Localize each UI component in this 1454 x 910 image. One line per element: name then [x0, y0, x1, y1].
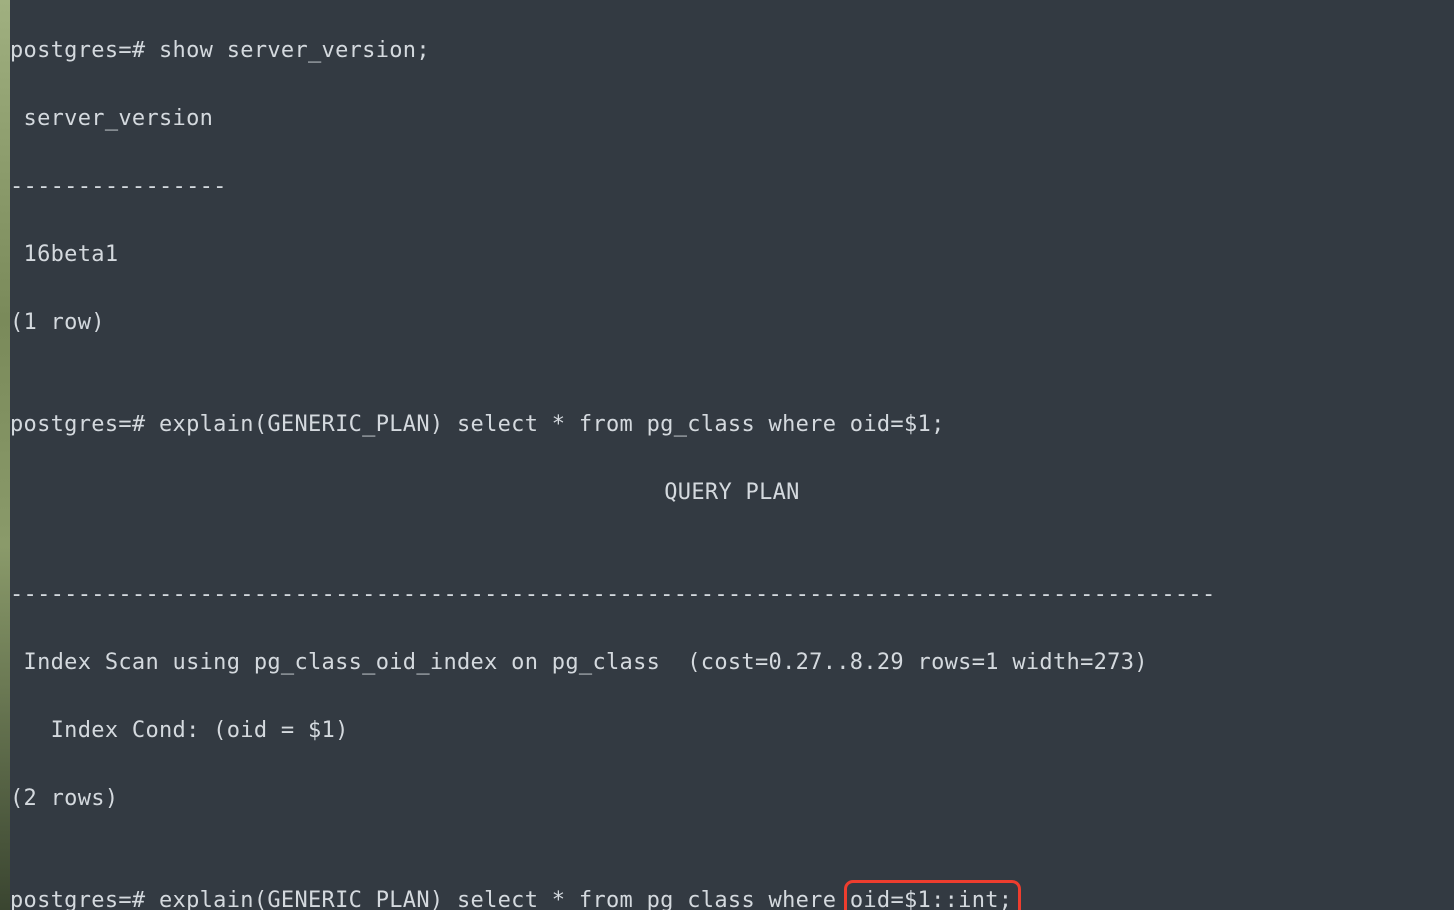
plan-line: Index Scan using pg_class_oid_index on p…: [10, 646, 1454, 680]
terminal-output[interactable]: postgres=# show server_version; server_v…: [10, 0, 1454, 910]
plan-line: Index Cond: (oid = $1): [10, 714, 1454, 748]
command-prefix: explain(GENERIC_PLAN) select * from pg_c…: [159, 888, 850, 910]
result-separator: ----------------: [10, 170, 1454, 204]
row-count: (2 rows): [10, 782, 1454, 816]
prompt: postgres=#: [10, 412, 145, 437]
command: show server_version;: [159, 38, 430, 63]
prompt: postgres=#: [10, 38, 145, 63]
result-header: server_version: [10, 102, 1454, 136]
highlighted-text: oid=$1::int;: [850, 888, 1013, 910]
row-count: (1 row): [10, 306, 1454, 340]
terminal-line: postgres=# show server_version;: [10, 34, 1454, 68]
prompt: postgres=#: [10, 888, 145, 910]
desktop-left-edge: [0, 0, 10, 910]
terminal-line: postgres=# explain(GENERIC_PLAN) select …: [10, 408, 1454, 442]
result-value: 16beta1: [10, 238, 1454, 272]
terminal-line: postgres=# explain(GENERIC_PLAN) select …: [10, 884, 1454, 910]
query-plan-header: QUERY PLAN: [10, 476, 1454, 510]
highlighted-fragment: oid=$1::int;: [844, 880, 1022, 910]
result-separator: ----------------------------------------…: [10, 578, 1454, 612]
command: explain(GENERIC_PLAN) select * from pg_c…: [159, 412, 945, 437]
